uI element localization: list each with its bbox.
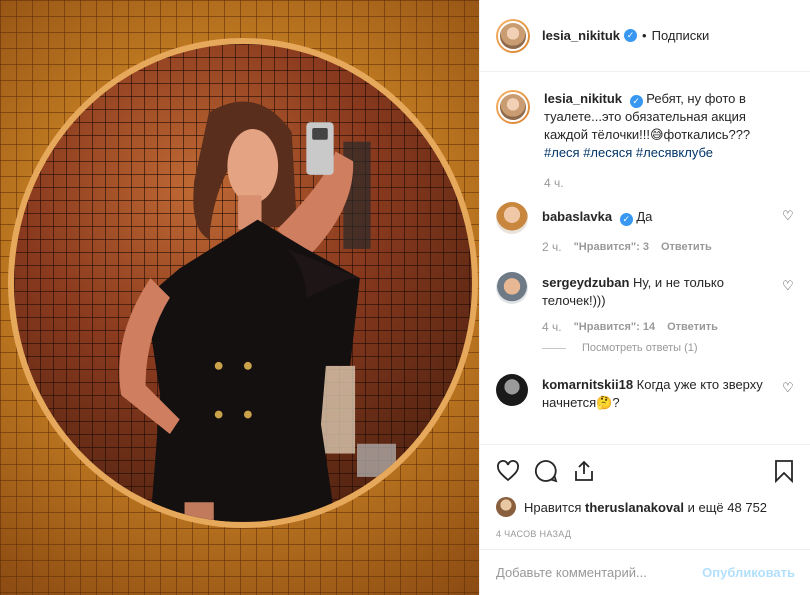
author-username[interactable]: lesia_nikituk — [542, 28, 620, 43]
verified-icon: ✓ — [624, 29, 638, 42]
avatar[interactable] — [496, 374, 528, 406]
comment-username[interactable]: sergeydzuban — [542, 275, 629, 290]
publish-button[interactable]: Опубликовать — [702, 565, 795, 580]
likes-summary: Нравится theruslanakoval и ещё 48 752 — [496, 497, 795, 517]
caption-meta: 4 ч. — [544, 176, 794, 190]
post-actions: Нравится theruslanakoval и ещё 48 752 4 … — [480, 444, 810, 539]
reply-button[interactable]: Ответить — [661, 241, 712, 253]
comment-time[interactable]: 4 ч. — [542, 320, 562, 334]
liker-avatar[interactable] — [496, 497, 516, 517]
caption: lesia_nikituk ✓ Ребят, ну фото в туалете… — [496, 90, 794, 190]
comment-meta: 4 ч. "Нравится": 14 Ответить — [542, 320, 794, 334]
comment-likes[interactable]: "Нравится": 14 — [574, 321, 655, 333]
comment-body: Да — [636, 209, 653, 224]
post-timestamp[interactable]: 4 ЧАСОВ НАЗАД — [496, 529, 795, 539]
comment-icon[interactable] — [534, 459, 558, 483]
bookmark-icon[interactable] — [773, 459, 795, 483]
post-header: lesia_nikituk ✓ • Подписки — [480, 0, 810, 72]
verified-icon: ✓ — [619, 213, 633, 226]
reply-button[interactable]: Ответить — [667, 321, 718, 333]
following-button[interactable]: Подписки — [652, 28, 710, 43]
verified-icon: ✓ — [629, 95, 643, 108]
avatar[interactable] — [496, 18, 530, 53]
post-photo[interactable] — [0, 0, 479, 595]
avatar[interactable] — [496, 90, 530, 124]
separator-dot: • — [642, 28, 647, 43]
action-icons — [496, 459, 795, 483]
post-sidebar: lesia_nikituk ✓ • Подписки lesia_nikituk… — [479, 0, 810, 595]
comment-username[interactable]: komarnitskii18 — [542, 377, 633, 392]
comment-username[interactable]: babaslavka — [542, 209, 612, 224]
view-replies[interactable]: Посмотреть ответы (1) — [542, 342, 794, 354]
mirror-reflection — [8, 38, 478, 528]
comment-time[interactable]: 2 ч. — [542, 240, 562, 254]
view-replies-label[interactable]: Посмотреть ответы (1) — [582, 342, 698, 354]
like-comment-heart-icon[interactable]: ♡ — [782, 209, 794, 222]
comment-likes[interactable]: "Нравится": 3 — [574, 241, 649, 253]
comment-text: komarnitskii18 Когда уже кто зверху начн… — [542, 374, 794, 412]
hashtags[interactable]: #леся #лесяся #лесявклубе — [544, 145, 713, 160]
comments-list: lesia_nikituk ✓ Ребят, ну фото в туалете… — [480, 72, 810, 442]
likes-prefix: Нравится — [524, 499, 582, 515]
like-heart-icon[interactable] — [496, 459, 520, 483]
comment-text: sergeydzuban Ну, и не только телочек!))) — [542, 272, 794, 310]
add-comment-bar: Опубликовать — [480, 549, 810, 595]
likes-count[interactable]: и ещё 48 752 — [688, 500, 767, 515]
comment-text: babaslavka ✓ Да — [542, 202, 794, 226]
replies-divider — [542, 347, 566, 349]
like-comment-heart-icon[interactable]: ♡ — [782, 381, 794, 394]
caption-time[interactable]: 4 ч. — [544, 176, 564, 190]
comment-row: komarnitskii18 Когда уже кто зверху начн… — [496, 374, 794, 412]
comment-row: sergeydzuban Ну, и не только телочек!)))… — [496, 272, 794, 334]
comment-input[interactable] — [496, 565, 703, 580]
liker-username[interactable]: theruslanakoval — [585, 500, 684, 515]
like-comment-heart-icon[interactable]: ♡ — [782, 279, 794, 292]
caption-username[interactable]: lesia_nikituk — [544, 91, 622, 106]
avatar[interactable] — [496, 272, 528, 304]
comment-row: babaslavka ✓ Да 2 ч. "Нравится": 3 Ответ… — [496, 202, 794, 254]
woman-figure — [119, 101, 396, 522]
share-icon[interactable] — [572, 459, 596, 483]
comment-meta: 2 ч. "Нравится": 3 Ответить — [542, 240, 794, 254]
caption-text: lesia_nikituk ✓ Ребят, ну фото в туалете… — [544, 90, 794, 162]
avatar[interactable] — [496, 202, 528, 234]
